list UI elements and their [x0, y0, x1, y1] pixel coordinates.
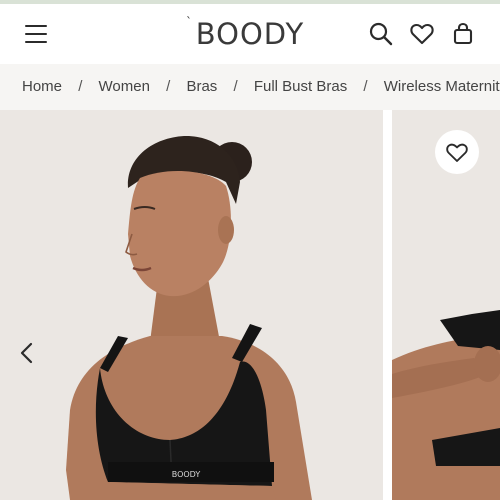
model-photo: BOODY: [0, 135, 312, 500]
product-image-main[interactable]: BOODY: [0, 110, 383, 500]
breadcrumb-separator: /: [363, 78, 368, 95]
product-gallery: BOODY: [0, 110, 500, 500]
chevron-left-icon: [20, 342, 33, 364]
breadcrumb-full-bust-bras[interactable]: Full Bust Bras: [254, 78, 347, 95]
breadcrumb-home[interactable]: Home: [22, 78, 62, 95]
brand-name: BOODY: [195, 17, 305, 51]
breadcrumb: Home / Women / Bras / Full Bust Bras / W…: [0, 64, 500, 110]
breadcrumb-bras[interactable]: Bras: [186, 78, 217, 95]
logo-tick-mark: `: [186, 15, 193, 29]
breadcrumb-current: Wireless Maternity Bra: [383, 78, 500, 95]
breadcrumb-separator: /: [233, 78, 238, 95]
wishlist-button[interactable]: [409, 21, 435, 47]
heart-icon: [446, 143, 468, 162]
breadcrumb-separator: /: [166, 78, 171, 95]
heart-icon: [410, 23, 434, 45]
bag-icon: [453, 22, 473, 45]
site-header: ` BOODY: [0, 4, 500, 64]
search-button[interactable]: [368, 21, 394, 47]
cart-button[interactable]: [450, 21, 476, 47]
breadcrumb-women[interactable]: Women: [99, 78, 150, 95]
breadcrumb-separator: /: [78, 78, 83, 95]
search-icon: [369, 22, 393, 46]
add-to-wishlist-button[interactable]: [435, 130, 479, 174]
band-logo: BOODY: [172, 470, 201, 479]
previous-image-button[interactable]: [14, 338, 40, 368]
